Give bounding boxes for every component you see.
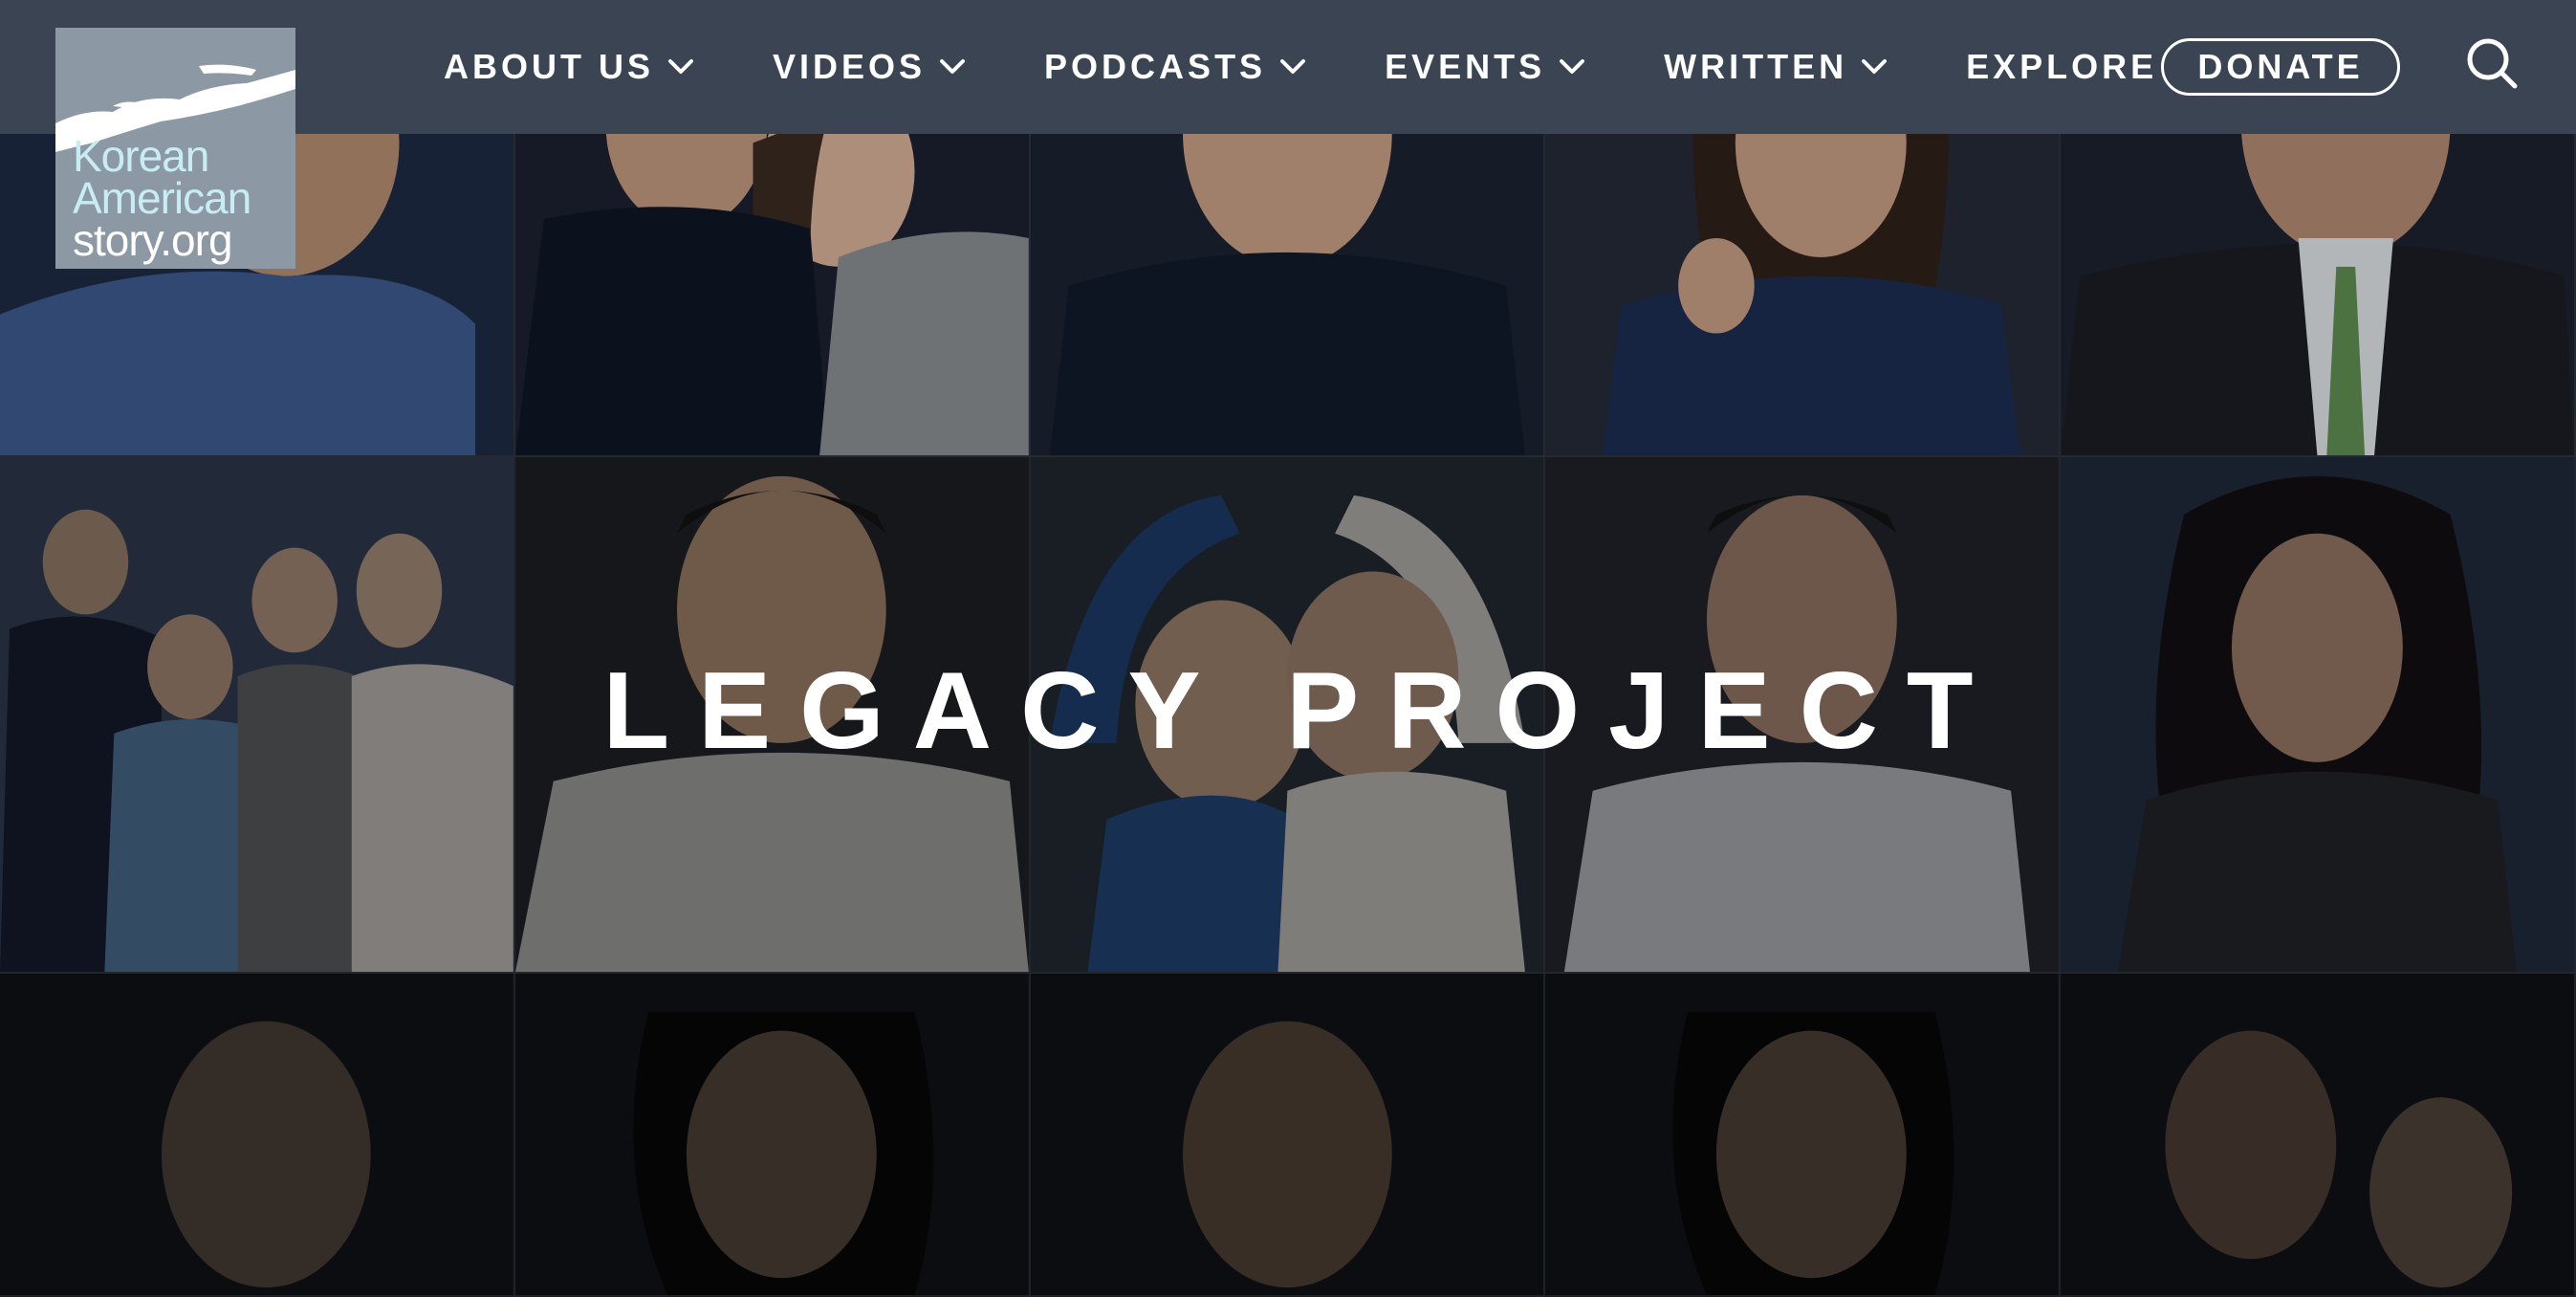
portrait-photo [0, 974, 515, 1297]
main-nav: ABOUT US VIDEOS PODCASTS EVENTS WRITTEN … [444, 0, 2230, 134]
nav-item-label: PODCASTS [1044, 47, 1267, 86]
hero-title: LEGACY PROJECT [602, 650, 2002, 772]
logo-line-domain: story.org [73, 215, 233, 265]
nav-item-label: VIDEOS [773, 47, 927, 86]
portrait-photo [1545, 974, 2062, 1297]
nav-item-written[interactable]: WRITTEN [1664, 47, 1888, 87]
nav-item-podcasts[interactable]: PODCASTS [1044, 47, 1306, 87]
chevron-down-icon [1280, 59, 1306, 74]
logo-line-american: American [73, 173, 251, 223]
portrait-photo [514, 974, 1031, 1297]
logo-line-korean: Korean [73, 131, 209, 181]
site-header: ABOUT US VIDEOS PODCASTS EVENTS WRITTEN … [0, 0, 2576, 134]
site-logo[interactable]: Korean American story.org [55, 28, 295, 269]
nav-item-events[interactable]: EVENTS [1385, 47, 1585, 87]
donate-button[interactable]: DONATE [2161, 38, 2400, 96]
chevron-down-icon [1560, 59, 1585, 74]
chevron-down-icon [668, 59, 693, 74]
nav-item-videos[interactable]: VIDEOS [773, 47, 966, 87]
nav-item-explore[interactable]: EXPLORE [1966, 47, 2157, 87]
nav-item-about-us[interactable]: ABOUT US [444, 47, 694, 87]
logo-text: Korean American story.org [73, 131, 251, 265]
nav-item-label: EVENTS [1385, 47, 1546, 86]
chevron-down-icon [940, 59, 966, 74]
nav-item-label: EXPLORE [1966, 47, 2158, 86]
portrait-photo [2061, 974, 2576, 1297]
nav-item-label: ABOUT US [444, 47, 654, 86]
chevron-down-icon [1862, 59, 1888, 74]
portrait-photo [1030, 974, 1546, 1297]
nav-item-label: WRITTEN [1664, 47, 1848, 86]
search-icon[interactable] [2465, 36, 2519, 90]
